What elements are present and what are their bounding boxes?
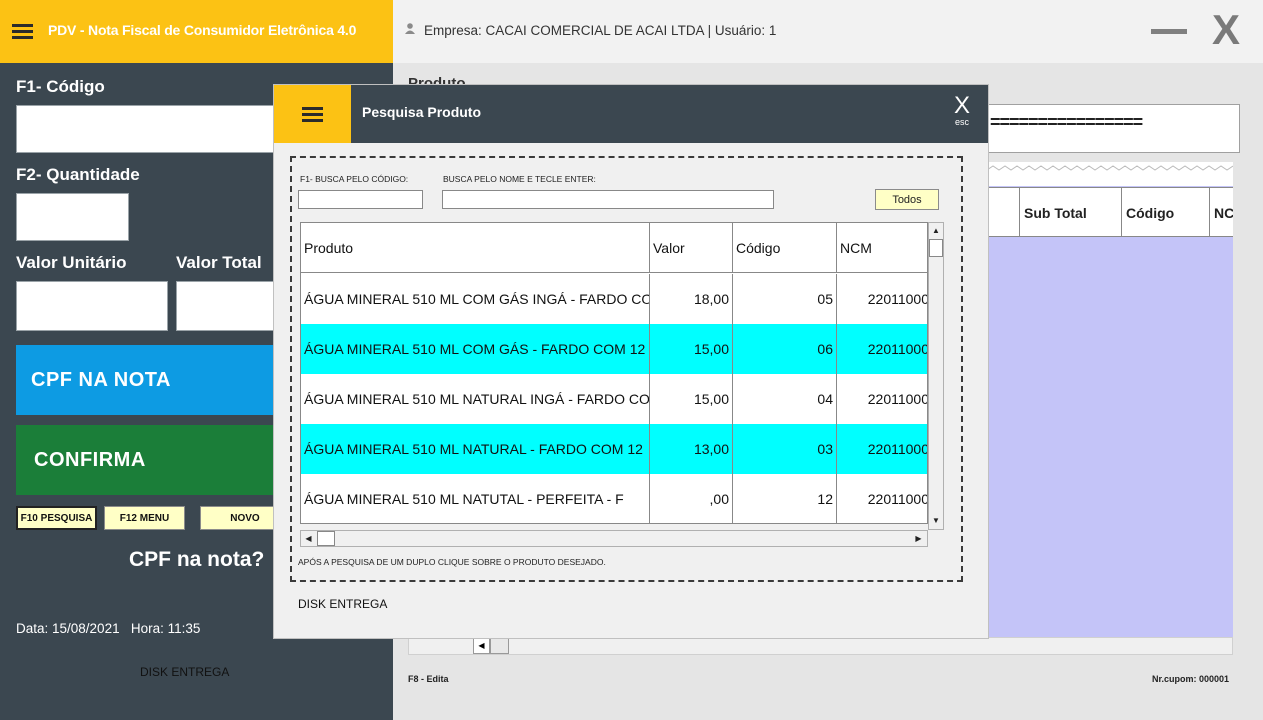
grid-header-row: Produto Valor Código NCM	[301, 223, 927, 273]
torn-edge	[987, 162, 1233, 186]
scroll-down-icon[interactable]: ▼	[928, 512, 944, 529]
col-produto[interactable]: Produto	[301, 223, 650, 273]
modal-disk-entrega: DISK ENTREGA	[298, 597, 388, 611]
col-valor[interactable]: Valor	[650, 223, 733, 273]
table-row[interactable]: ÁGUA MINERAL 510 ML COM GÁS - FARDO COM …	[301, 324, 928, 374]
cell-ncm: 22011000	[867, 391, 928, 407]
company-info: Empresa: CACAI COMERCIAL DE ACAI LTDA | …	[424, 23, 777, 38]
cell-ncm: 22011000	[867, 341, 928, 357]
scroll-right-icon[interactable]: ▶	[910, 530, 927, 547]
cell-codigo: 12	[733, 474, 837, 523]
cell-valor: 15,00	[650, 324, 733, 374]
cpf-button[interactable]: CPF NA NOTA	[16, 345, 296, 415]
cpf-question: CPF na nota?	[129, 548, 265, 571]
scroll-left-icon[interactable]: ◀	[300, 530, 317, 547]
table-row[interactable]: ÁGUA MINERAL 510 ML NATURAL INGÁ - FARDO…	[301, 374, 928, 424]
items-hscroll[interactable]	[408, 637, 1233, 655]
esc-label: esc	[954, 117, 969, 127]
f12-menu-button[interactable]: F12 MENU	[104, 506, 185, 530]
code-input[interactable]	[16, 105, 316, 153]
grid-vscroll[interactable]	[928, 222, 944, 530]
cell-produto: ÁGUA MINERAL 510 ML NATURAL INGÁ - FARDO…	[301, 374, 650, 424]
close-icon: X	[953, 92, 970, 119]
modal-title: Pesquisa Produto	[362, 104, 482, 120]
table-row[interactable]: ÁGUA MINERAL 510 ML NATURAL - FARDO COM …	[301, 424, 928, 474]
quantity-label: F2- Quantidade	[16, 165, 140, 184]
product-display-text: ================	[990, 112, 1143, 132]
f10-search-button[interactable]: F10 PESQUISA	[16, 506, 97, 530]
table-row[interactable]: ÁGUA MINERAL 510 ML NATUTAL - PERFEITA -…	[301, 474, 928, 523]
f8-hint: F8 - Edita	[408, 674, 449, 684]
cupom-number: Nr.cupom: 000001	[1152, 674, 1230, 684]
cell-codigo: 03	[733, 424, 837, 474]
cell-codigo: 05	[733, 274, 837, 324]
grid-hscroll[interactable]	[300, 530, 928, 547]
search-code-input[interactable]	[298, 190, 423, 209]
cell-valor: ,00	[650, 474, 733, 523]
menu-icon	[302, 106, 323, 122]
menu-icon[interactable]	[12, 24, 33, 39]
minimize-icon[interactable]	[1151, 29, 1187, 34]
search-name-label: BUSCA PELO NOME E TECLE ENTER:	[443, 174, 596, 184]
grid-vscroll-thumb[interactable]	[929, 239, 943, 257]
disk-entrega-label: DISK ENTREGA	[140, 665, 230, 679]
todos-button[interactable]: Todos	[875, 189, 939, 210]
close-icon[interactable]: X	[1212, 6, 1240, 54]
col-codigo[interactable]: Código	[1121, 188, 1209, 236]
cell-produto: ÁGUA MINERAL 510 ML NATUTAL - PERFEITA -…	[301, 474, 650, 523]
cell-ncm: 22011000	[867, 491, 928, 507]
grid-hscroll-thumb[interactable]	[317, 531, 335, 546]
col-ncm[interactable]: NCM	[837, 223, 927, 273]
quantity-input[interactable]	[16, 193, 129, 241]
confirm-button-label: CONFIRMA	[34, 448, 146, 471]
scroll-left-icon[interactable]: ◀	[473, 637, 490, 654]
modal-menu-button[interactable]	[274, 85, 351, 143]
date-time: Data: 15/08/2021 Hora: 11:35	[16, 621, 201, 636]
double-click-hint: APÓS A PESQUISA DE UM DUPLO CLIQUE SOBRE…	[298, 557, 606, 567]
cpf-button-label: CPF NA NOTA	[31, 368, 171, 391]
unit-value-label: Valor Unitário	[16, 253, 127, 272]
app-title: PDV - Nota Fiscal de Consumidor Eletrôni…	[48, 22, 357, 38]
items-hscroll-thumb[interactable]	[490, 637, 509, 654]
cell-valor: 13,00	[650, 424, 733, 474]
cell-codigo: 06	[733, 324, 837, 374]
col-ncm[interactable]: NC	[1209, 188, 1233, 236]
confirm-button[interactable]: CONFIRMA	[16, 425, 296, 495]
col-sub-total[interactable]: Sub Total	[1019, 188, 1121, 236]
user-icon	[405, 23, 415, 34]
modal-close-button[interactable]: X esc	[950, 92, 974, 127]
cell-produto: ÁGUA MINERAL 510 ML NATURAL - FARDO COM …	[301, 424, 650, 474]
cell-ncm: 22011000	[867, 291, 928, 307]
table-row[interactable]: ÁGUA MINERAL 510 ML COM GÁS INGÁ - FARDO…	[301, 274, 928, 324]
cell-valor: 15,00	[650, 374, 733, 424]
cell-codigo: 04	[733, 374, 837, 424]
cell-valor: 18,00	[650, 274, 733, 324]
total-value-label: Valor Total	[176, 253, 262, 272]
code-label: F1- Código	[16, 77, 105, 96]
items-grid-header: Sub Total Código NC	[987, 187, 1233, 237]
cell-produto: ÁGUA MINERAL 510 ML COM GÁS INGÁ - FARDO…	[301, 274, 650, 324]
cell-ncm: 22011000	[867, 441, 928, 457]
cell-produto: ÁGUA MINERAL 510 ML COM GÁS - FARDO COM …	[301, 324, 650, 374]
unit-value-input[interactable]	[16, 281, 168, 331]
scroll-up-icon[interactable]: ▲	[928, 222, 944, 239]
product-grid[interactable]: Produto Valor Código NCM ÁGUA MINERAL 51…	[300, 222, 928, 524]
col-codigo[interactable]: Código	[733, 223, 837, 273]
search-name-input[interactable]	[442, 190, 774, 209]
search-code-label: F1- BUSCA PELO CÓDIGO:	[300, 174, 409, 184]
